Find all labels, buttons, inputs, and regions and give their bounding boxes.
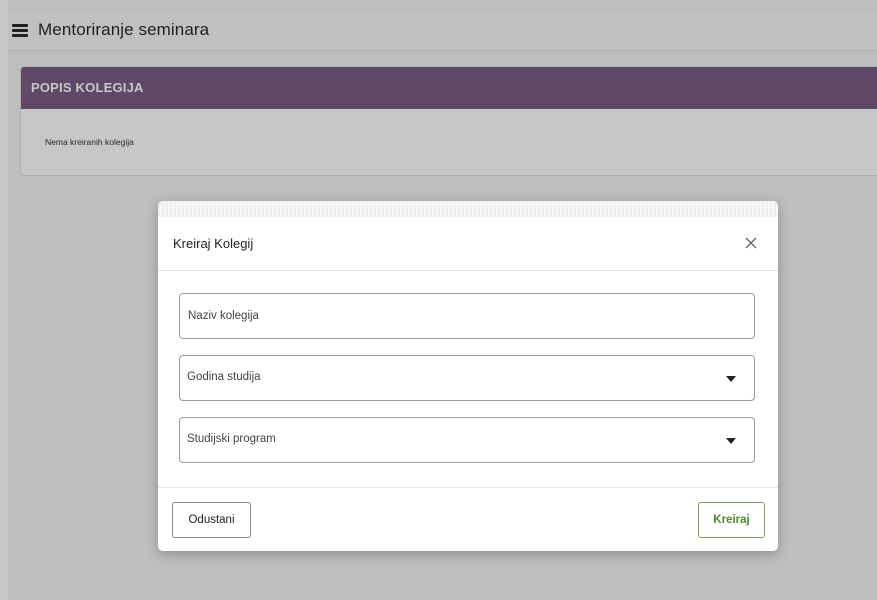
study-program-select[interactable]: Studijski program: [179, 417, 755, 463]
create-button[interactable]: Kreiraj: [698, 502, 765, 538]
dropdown-arrow-icon[interactable]: [726, 376, 736, 382]
course-name-field[interactable]: [179, 293, 755, 339]
dialog-body: Godina studija Studijski program: [158, 271, 778, 488]
dropdown-arrow-icon[interactable]: [726, 438, 736, 444]
dialog-footer: Odustani Kreiraj: [158, 488, 778, 551]
course-name-input[interactable]: [180, 294, 754, 338]
study-program-label: Studijski program: [187, 433, 276, 445]
dialog-title: Kreiraj Kolegij: [173, 236, 254, 251]
close-icon[interactable]: [742, 234, 760, 252]
dialog-header: Kreiraj Kolegij: [158, 217, 778, 271]
cancel-button[interactable]: Odustani: [172, 502, 251, 538]
study-year-label: Godina studija: [187, 371, 261, 383]
create-course-dialog: Kreiraj Kolegij Godina studija Studijski…: [158, 201, 778, 551]
dialog-top-band: [158, 201, 778, 217]
study-year-select[interactable]: Godina studija: [179, 355, 755, 401]
